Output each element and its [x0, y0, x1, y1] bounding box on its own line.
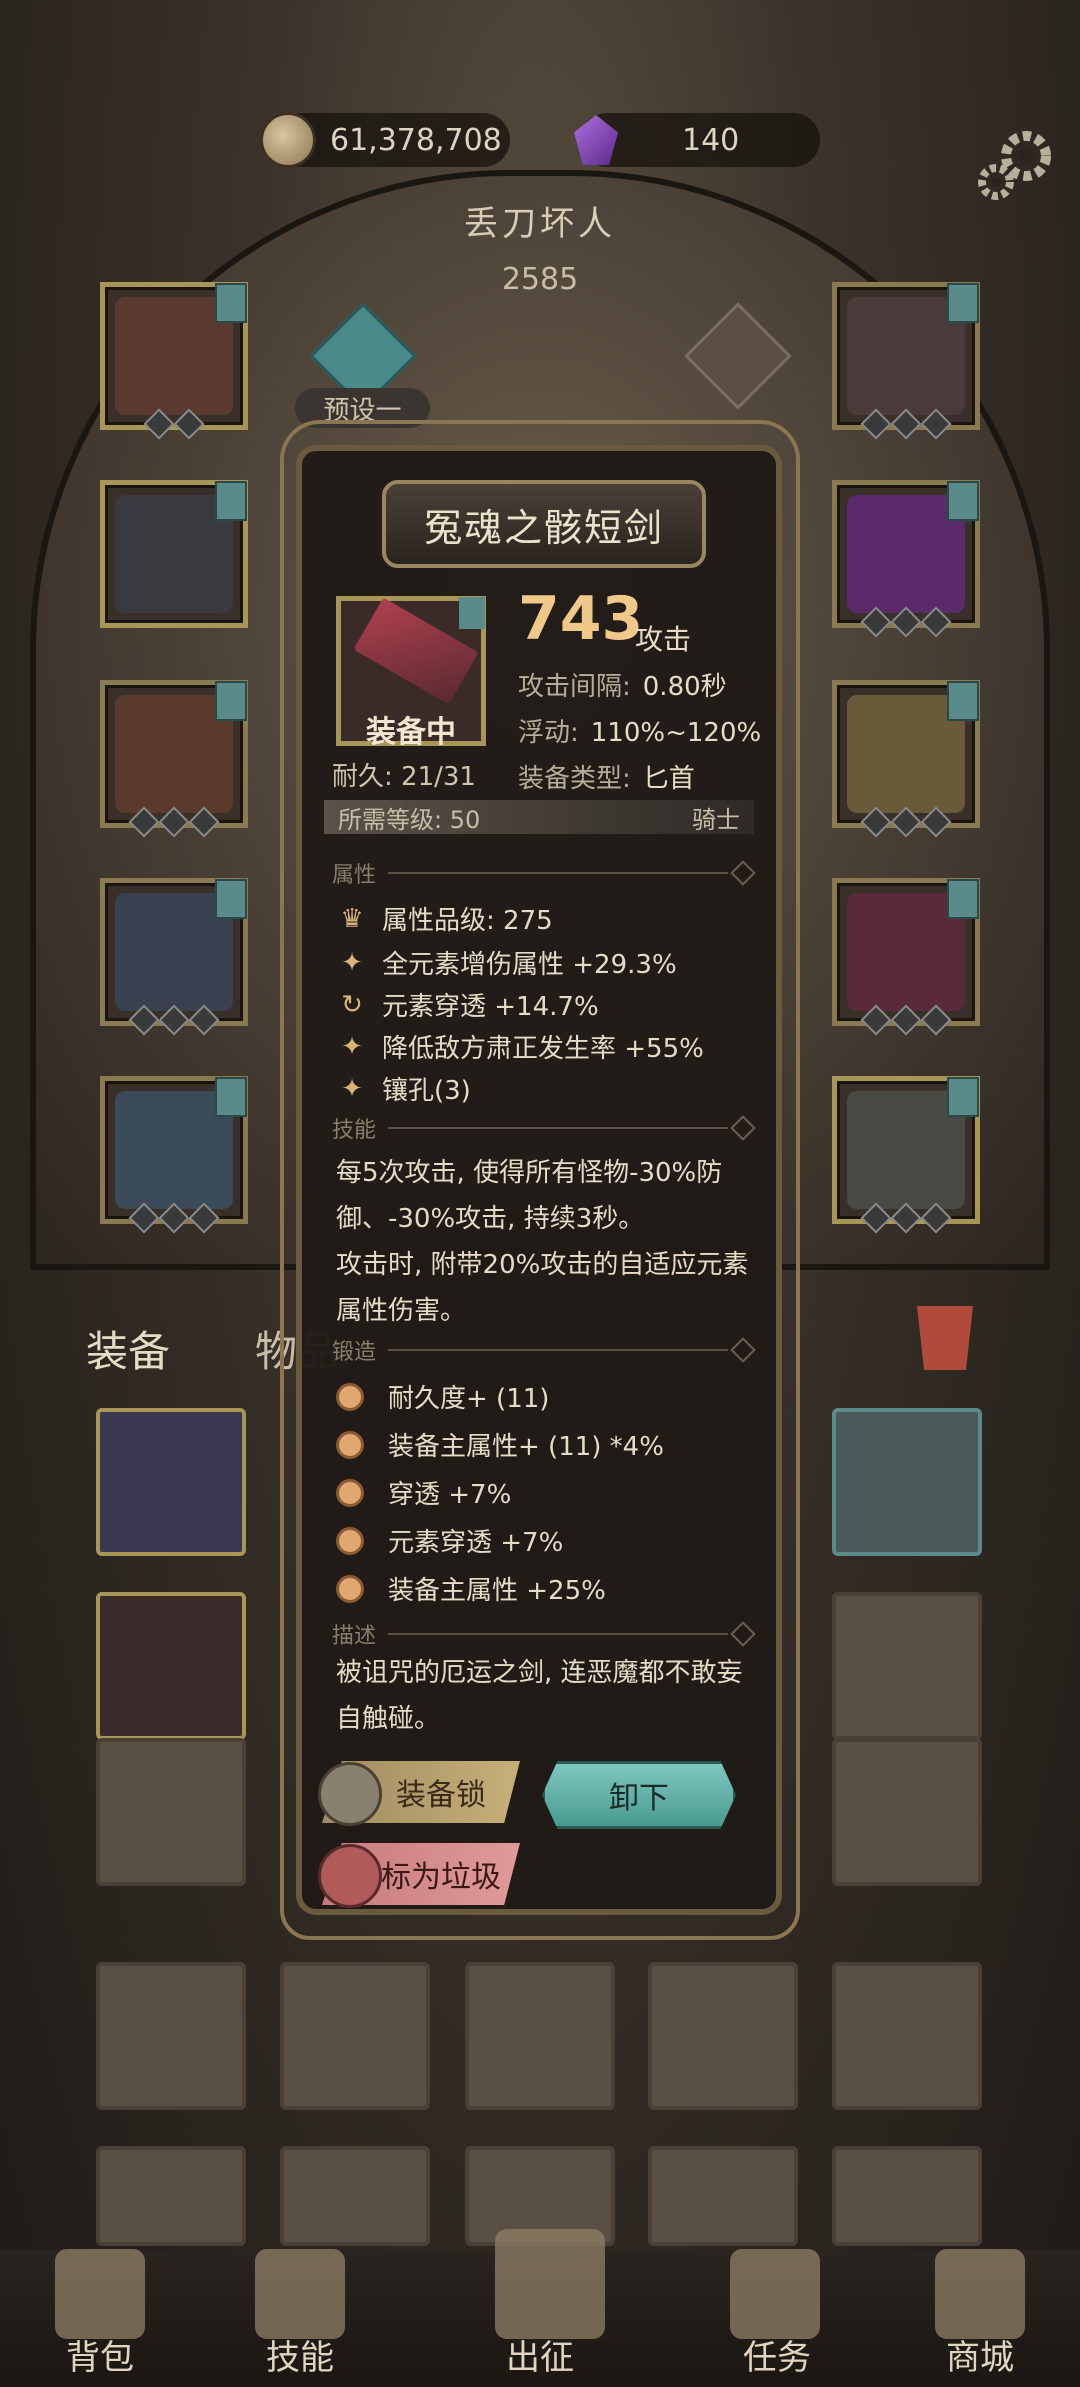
inventory-slot[interactable]: [96, 1408, 246, 1556]
equip-type: 装备类型: 匕首: [518, 764, 695, 794]
inventory-slot[interactable]: [96, 1962, 246, 2110]
inventory-slot[interactable]: [832, 1408, 982, 1556]
cycle-icon: ↻: [341, 989, 363, 1020]
inventory-slot[interactable]: [832, 1592, 982, 1740]
tab-equipment[interactable]: 装备: [86, 1318, 170, 1379]
level-requirement: 所需等级: 50 骑士: [324, 800, 754, 834]
slot-pants[interactable]: [100, 878, 248, 1036]
forge-line: 装备主属性 +25%: [336, 1570, 606, 1607]
durability: 耐久: 21/31: [332, 762, 476, 792]
section-description: 描述: [332, 1619, 756, 1649]
equipped-status: 装备中: [366, 715, 456, 750]
lock-icon: [318, 1762, 382, 1826]
coin-icon: [260, 112, 316, 168]
nav-quests[interactable]: 任务: [707, 2330, 847, 2379]
bag-icon: [55, 2249, 145, 2339]
slot-necklace[interactable]: [832, 282, 980, 440]
inventory-slot[interactable]: [465, 1962, 615, 2110]
gem-value: 140: [682, 122, 740, 158]
slot-charm[interactable]: [832, 1076, 980, 1234]
slot-weapon[interactable]: [832, 878, 980, 1036]
shop-crown-icon: [935, 2249, 1025, 2339]
inventory-slot[interactable]: [96, 1738, 246, 1886]
forge-dot-icon: [336, 1526, 364, 1555]
attribute-grade: ♛ 属性品级: 275: [336, 900, 552, 937]
inventory-slot[interactable]: [96, 2146, 246, 2246]
item-description: 被诅咒的厄运之剑, 连恶魔都不敢妄 自触碰。: [336, 1658, 743, 1734]
attribute-line: ✦ 全元素增伤属性 +29.3%: [336, 944, 677, 981]
slot-offhand[interactable]: [832, 480, 980, 638]
forge-line: 穿透 +7%: [336, 1474, 511, 1511]
skill-description: 每5次攻击, 使得所有怪物-30%防 御、-30%攻击, 持续3秒。 攻击时, …: [336, 1158, 749, 1326]
nav-shop[interactable]: 商城: [910, 2330, 1050, 2379]
inventory-slot[interactable]: [96, 1592, 246, 1740]
inventory-slot[interactable]: [832, 2146, 982, 2246]
sparkle-icon: ✦: [341, 1073, 363, 1104]
unequip-button[interactable]: 卸下: [542, 1761, 736, 1829]
inventory-slot[interactable]: [832, 1738, 982, 1886]
item-name: 冤魂之骸短剑: [382, 480, 706, 568]
nav-bag[interactable]: 背包: [30, 2330, 170, 2379]
attack-interval: 攻击间隔: 0.80秒: [518, 672, 727, 702]
character-name: 丢刀坏人: [464, 204, 616, 244]
attack-unit: 攻击: [635, 623, 692, 656]
nav-expedition[interactable]: 出征: [470, 2330, 610, 2379]
forge-line: 耐久度+ (11): [336, 1378, 549, 1415]
skill-book-icon: [255, 2249, 345, 2339]
junk-tag-icon: [318, 1844, 382, 1908]
attack-value: 743: [518, 584, 644, 654]
gem-counter: 140: [574, 113, 820, 167]
attribute-line: ↻ 元素穿透 +14.7%: [336, 986, 599, 1023]
inventory-slot[interactable]: [648, 2146, 798, 2246]
section-forge: 锻造: [332, 1335, 756, 1365]
inventory-slot[interactable]: [280, 1962, 430, 2110]
damage-float: 浮动: 110%~120%: [518, 718, 762, 748]
section-attributes: 属性: [332, 858, 756, 888]
forge-line: 元素穿透 +7%: [336, 1522, 563, 1559]
section-skills: 技能: [332, 1113, 756, 1143]
slot-ring[interactable]: [832, 680, 980, 838]
gold-value: 61,378,708: [330, 122, 502, 158]
class-label: 骑士: [692, 805, 740, 834]
slot-boots[interactable]: [100, 1076, 248, 1234]
crown-icon: ♛: [340, 903, 364, 934]
slot-helmet[interactable]: [100, 282, 248, 440]
sword-map-icon: [495, 2229, 605, 2339]
forge-dot-icon: [336, 1478, 364, 1507]
gold-counter: 61,378,708: [260, 112, 510, 168]
scroll-icon: [730, 2249, 820, 2339]
slot-armor[interactable]: [100, 480, 248, 628]
inventory-slot[interactable]: [280, 2146, 430, 2246]
attribute-line: ✦ 镶孔(3): [336, 1070, 471, 1107]
inventory-slot[interactable]: [648, 1962, 798, 2110]
inventory-slot[interactable]: [832, 1962, 982, 2110]
sparkle-icon: ✦: [341, 947, 363, 978]
sparkle-icon: ✦: [341, 1031, 363, 1062]
bottom-nav: 背包 技能 出征 任务 商城: [0, 2229, 1080, 2387]
slot-gloves[interactable]: [100, 680, 248, 838]
forge-dot-icon: [336, 1382, 364, 1411]
forge-dot-icon: [336, 1574, 364, 1603]
forge-dot-icon: [336, 1430, 364, 1459]
nav-skills[interactable]: 技能: [230, 2330, 370, 2379]
attribute-line: ✦ 降低敌方肃正发生率 +55%: [336, 1028, 704, 1065]
forge-line: 装备主属性+ (11) *4%: [336, 1426, 664, 1463]
